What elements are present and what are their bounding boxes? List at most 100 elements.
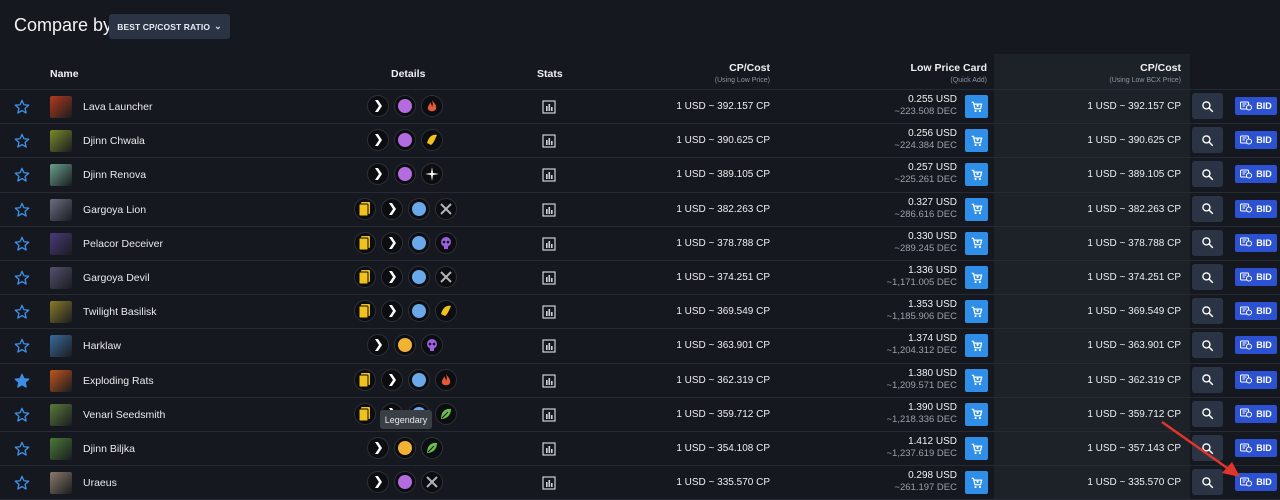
stats-icon[interactable] bbox=[542, 237, 556, 251]
stats-icon[interactable] bbox=[542, 168, 556, 182]
search-market-button[interactable] bbox=[1192, 93, 1223, 119]
add-to-cart-button[interactable] bbox=[965, 402, 988, 426]
favorite-star-icon[interactable] bbox=[14, 167, 30, 183]
add-to-cart-button[interactable] bbox=[965, 437, 988, 460]
bid-button[interactable]: BID bbox=[1235, 165, 1277, 184]
bid-icon bbox=[1240, 168, 1253, 181]
card-name[interactable]: Djinn Chwala bbox=[83, 135, 145, 147]
search-market-button[interactable] bbox=[1192, 195, 1223, 222]
card-name[interactable]: Venari Seedsmith bbox=[83, 409, 165, 421]
favorite-star-icon[interactable] bbox=[14, 270, 30, 286]
favorite-star-icon[interactable] bbox=[14, 99, 30, 115]
stats-icon[interactable] bbox=[542, 271, 556, 285]
table-row: Harklaw 1 USD ~ 363.901 CP 1.374 USD ~1,204… bbox=[0, 329, 1280, 364]
stats-icon[interactable] bbox=[542, 202, 556, 217]
stats-icon[interactable] bbox=[542, 408, 556, 422]
favorite-star-icon[interactable] bbox=[14, 407, 30, 423]
card-name[interactable]: Lava Launcher bbox=[83, 101, 152, 113]
card-name[interactable]: Gargoya Lion bbox=[83, 204, 146, 216]
table-row: Djinn Chwala 1 USD ~ 390.625 CP 0.256 USD ~… bbox=[0, 124, 1280, 159]
bid-button[interactable]: BID bbox=[1235, 302, 1277, 321]
search-market-button[interactable] bbox=[1192, 161, 1223, 188]
summoner-icon bbox=[380, 300, 403, 323]
rarity-epic-icon bbox=[394, 471, 416, 494]
search-market-button[interactable] bbox=[1192, 366, 1223, 393]
rarity-epic-icon bbox=[394, 129, 416, 152]
favorite-star-icon[interactable] bbox=[14, 441, 30, 457]
price-dec: ~1,171.005 DEC bbox=[886, 277, 957, 288]
death-element-icon bbox=[434, 231, 457, 254]
bcx-cp-cost-value: 1 USD ~ 389.105 CP bbox=[1087, 169, 1181, 181]
add-to-cart-button[interactable] bbox=[965, 368, 988, 392]
bid-label: BID bbox=[1256, 101, 1272, 111]
table-row: Gargoya Lion 1 USD ~ 382.263 CP 0.327 USD ~… bbox=[0, 193, 1280, 227]
price-usd: 0.255 USD bbox=[908, 94, 957, 105]
bid-label: BID bbox=[1256, 272, 1272, 282]
summoner-icon bbox=[367, 471, 389, 494]
stats-icon[interactable] bbox=[542, 442, 556, 456]
price-usd: 1.336 USD bbox=[908, 265, 957, 276]
favorite-star-icon[interactable] bbox=[14, 304, 30, 320]
card-name[interactable]: Gargoya Devil bbox=[83, 272, 150, 284]
search-market-button[interactable] bbox=[1192, 332, 1223, 359]
favorite-star-icon[interactable] bbox=[14, 133, 30, 149]
summoner-icon bbox=[367, 437, 389, 459]
add-to-cart-button[interactable] bbox=[965, 231, 988, 255]
summoner-icon bbox=[367, 129, 389, 152]
stats-icon[interactable] bbox=[542, 373, 556, 388]
add-to-cart-button[interactable] bbox=[965, 334, 988, 358]
add-to-cart-button[interactable] bbox=[965, 163, 988, 187]
favorite-star-icon[interactable] bbox=[14, 202, 30, 218]
bid-button[interactable]: BID bbox=[1235, 131, 1277, 150]
search-market-button[interactable] bbox=[1192, 229, 1223, 256]
add-to-cart-button[interactable] bbox=[965, 471, 988, 495]
table-row: Djinn Renova 1 USD ~ 389.105 CP 0.257 USD ~… bbox=[0, 158, 1280, 193]
card-name[interactable]: Twilight Basilisk bbox=[83, 306, 157, 318]
bcx-cp-cost-value: 1 USD ~ 392.157 CP bbox=[1087, 101, 1181, 112]
bid-button[interactable]: BID bbox=[1235, 199, 1277, 218]
card-name[interactable]: Harklaw bbox=[83, 340, 121, 352]
stats-icon[interactable] bbox=[542, 134, 556, 148]
add-to-cart-button[interactable] bbox=[965, 197, 988, 221]
card-name[interactable]: Uraeus bbox=[83, 477, 117, 489]
bid-icon bbox=[1240, 236, 1253, 249]
stats-icon[interactable] bbox=[542, 339, 556, 353]
add-to-cart-button[interactable] bbox=[965, 266, 988, 289]
card-name[interactable]: Djinn Renova bbox=[83, 169, 146, 181]
rarity-epic-icon bbox=[394, 163, 416, 186]
price-usd: 0.330 USD bbox=[908, 230, 957, 242]
summoner-icon bbox=[367, 163, 389, 186]
low-price: 0.255 USD ~223.508 DEC bbox=[894, 94, 957, 117]
low-price: 0.327 USD ~286.616 DEC bbox=[894, 197, 957, 220]
add-to-cart-button[interactable] bbox=[965, 129, 988, 153]
search-market-button[interactable] bbox=[1192, 264, 1223, 290]
bid-label: BID bbox=[1256, 169, 1272, 180]
price-dec: ~224.384 DEC bbox=[894, 140, 957, 152]
card-name[interactable]: Pelacor Deceiver bbox=[83, 238, 163, 250]
compare-by-dropdown[interactable]: BEST CP/COST RATIO ⌄ bbox=[109, 14, 230, 39]
favorite-star-icon[interactable] bbox=[14, 236, 30, 252]
price-dec: ~261.197 DEC bbox=[894, 482, 957, 494]
search-market-button[interactable] bbox=[1192, 127, 1223, 154]
bid-button[interactable]: BID bbox=[1235, 268, 1277, 286]
card-name[interactable]: Djinn Biljka bbox=[83, 443, 135, 455]
bid-label: BID bbox=[1256, 374, 1272, 385]
price-dec: ~1,237.619 DEC bbox=[886, 448, 957, 459]
stats-icon[interactable] bbox=[542, 305, 556, 319]
stats-icon[interactable] bbox=[542, 100, 556, 114]
add-to-cart-button[interactable] bbox=[965, 300, 988, 324]
add-to-cart-button[interactable] bbox=[965, 95, 988, 118]
bid-button[interactable]: BID bbox=[1235, 370, 1277, 389]
favorite-star-filled-icon[interactable] bbox=[14, 373, 30, 389]
bid-button[interactable]: BID bbox=[1235, 233, 1277, 252]
card-avatar bbox=[50, 130, 72, 153]
favorite-star-icon[interactable] bbox=[14, 475, 30, 491]
bid-button[interactable]: BID bbox=[1235, 336, 1277, 355]
summoner-icon bbox=[380, 231, 403, 254]
search-market-button[interactable] bbox=[1192, 298, 1223, 325]
stats-icon[interactable] bbox=[542, 476, 556, 490]
card-name[interactable]: Exploding Rats bbox=[83, 375, 154, 387]
favorite-star-icon[interactable] bbox=[14, 338, 30, 354]
bid-button[interactable]: BID bbox=[1235, 97, 1277, 115]
earth-element-icon bbox=[434, 402, 457, 425]
